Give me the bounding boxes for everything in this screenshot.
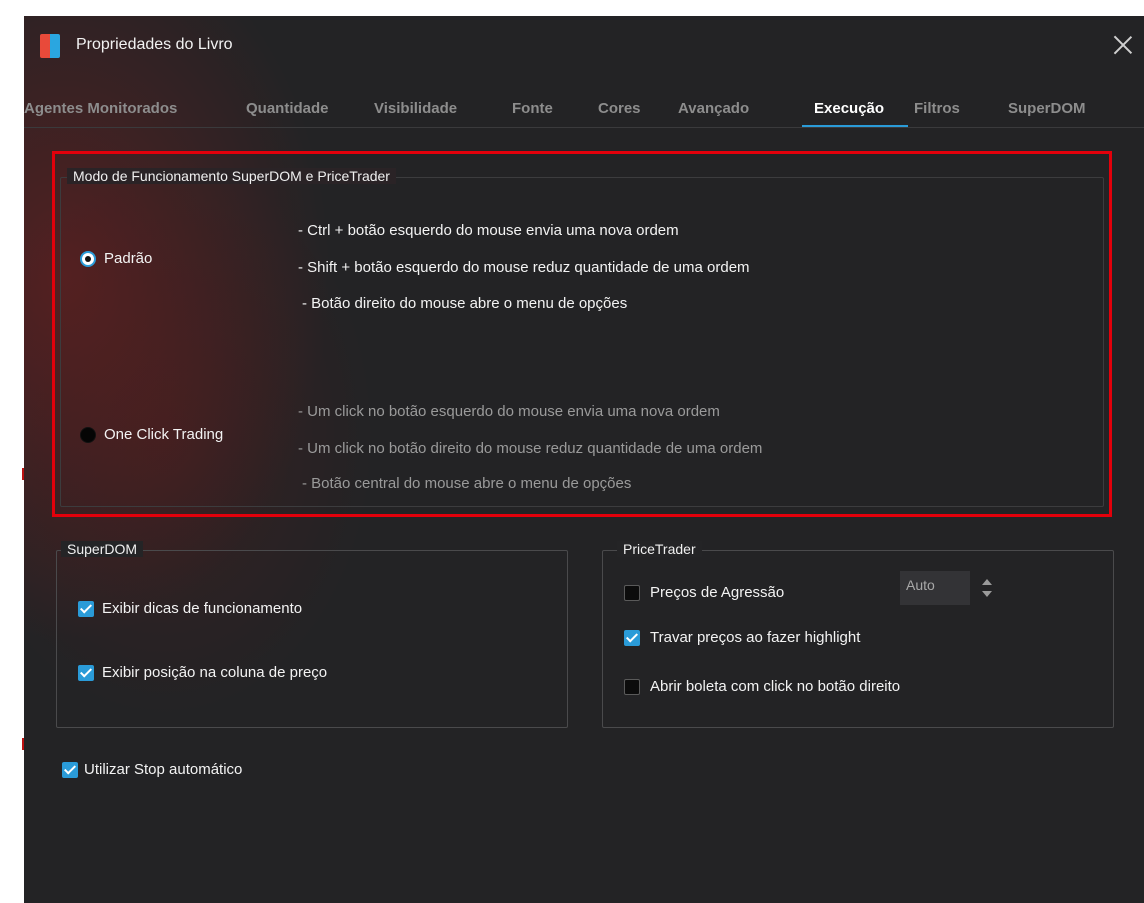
show-tips-label: Exibir dicas de funcionamento xyxy=(102,600,303,617)
highlight-frame xyxy=(52,151,1112,517)
arrow-down-icon[interactable] xyxy=(982,591,992,597)
tab-quantidade[interactable]: Quantidade xyxy=(246,100,329,117)
tab-superdom[interactable]: SuperDOM xyxy=(1008,100,1086,117)
open-ticket-checkbox[interactable] xyxy=(624,679,640,695)
properties-dialog: Propriedades do Livro Agentes Monitorado… xyxy=(24,16,1144,903)
tab-agentes-monitorados[interactable]: Agentes Monitorados xyxy=(24,100,177,117)
show-position-label: Exibir posição na coluna de preço xyxy=(102,664,328,681)
tab-filtros[interactable]: Filtros xyxy=(914,100,960,117)
tab-visibilidade[interactable]: Visibilidade xyxy=(374,100,457,117)
aggression-prices-checkbox[interactable] xyxy=(624,585,640,601)
tab-bar: Agentes Monitorados Quantidade Visibilid… xyxy=(24,100,1144,130)
active-tab-indicator xyxy=(802,125,908,127)
open-ticket-label: Abrir boleta com click no botão direito xyxy=(650,678,901,695)
auto-stop-checkbox[interactable] xyxy=(62,762,78,778)
lock-prices-checkbox[interactable] xyxy=(624,630,640,646)
tab-divider xyxy=(24,127,1144,128)
tab-execucao[interactable]: Execução xyxy=(814,100,884,117)
auto-stop-label: Utilizar Stop automático xyxy=(84,761,243,778)
pricetrader-group-title: PriceTrader xyxy=(617,541,702,557)
tab-cores[interactable]: Cores xyxy=(598,100,641,117)
superdom-group: SuperDOM xyxy=(56,541,568,728)
aggression-spinbox[interactable]: Auto xyxy=(900,571,970,605)
tab-avancado[interactable]: Avançado xyxy=(678,100,749,117)
tab-fonte[interactable]: Fonte xyxy=(512,100,553,117)
spinbox-arrows[interactable] xyxy=(978,573,994,603)
aggression-prices-label: Preços de Agressão xyxy=(650,584,785,601)
window-title: Propriedades do Livro xyxy=(76,36,233,53)
close-icon[interactable] xyxy=(1110,32,1136,58)
lock-prices-label: Travar preços ao fazer highlight xyxy=(650,629,861,646)
arrow-up-icon[interactable] xyxy=(982,579,992,585)
show-position-checkbox[interactable] xyxy=(78,665,94,681)
superdom-group-title: SuperDOM xyxy=(61,541,144,557)
app-logo-icon xyxy=(40,34,60,58)
show-tips-checkbox[interactable] xyxy=(78,601,94,617)
